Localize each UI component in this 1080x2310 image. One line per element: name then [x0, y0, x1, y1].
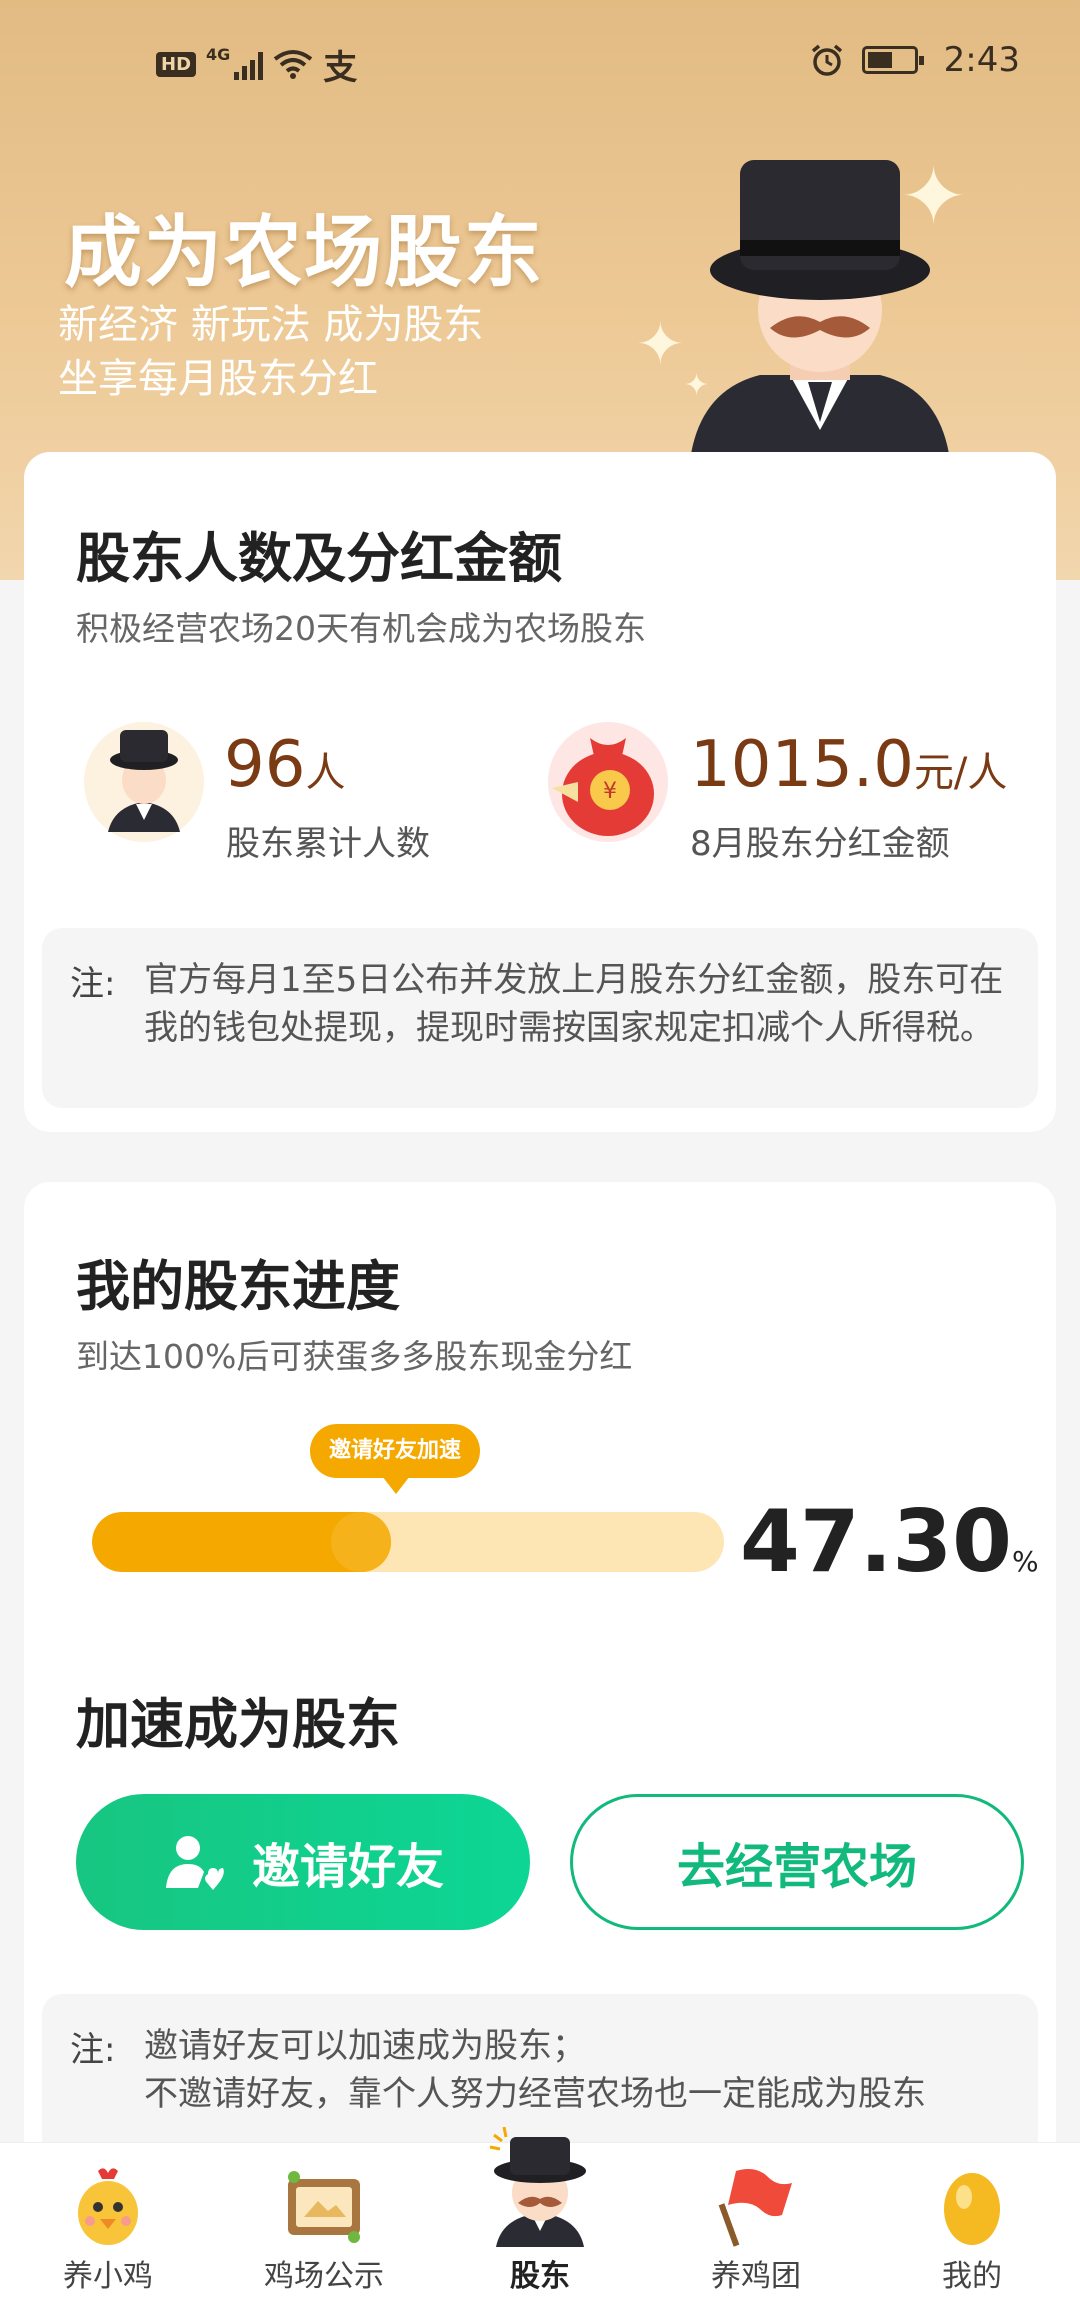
tab-mine[interactable]: 我的	[864, 2143, 1080, 2310]
progress-knob	[331, 1512, 391, 1572]
progress-percent: 47.30%	[740, 1492, 1039, 1592]
invite-friends-button[interactable]: 邀请好友	[76, 1794, 530, 1930]
go-manage-farm-button[interactable]: 去经营农场	[570, 1794, 1024, 1930]
chick-icon	[78, 2168, 138, 2245]
tab-farm-notice[interactable]: 鸡场公示	[216, 2143, 432, 2310]
status-bar: HD 4G 支 2:43	[0, 30, 1080, 94]
note-line1: 邀请好友可以加速成为股东；	[144, 2026, 586, 2066]
note-label: 注:	[70, 964, 116, 1004]
tab-label: 养鸡团	[711, 2259, 801, 2294]
note-text: 官方每月1至5日公布并发放上月股东分红金额，股东可在我的钱包处提现，提现时需按国…	[144, 960, 1004, 1048]
tab-chicken-group[interactable]: 养鸡团	[648, 2143, 864, 2310]
hero-subtitle-line2: 坐享每月股东分红	[58, 356, 378, 402]
hero-subtitle-line1: 新经济 新玩法 成为股东	[58, 302, 484, 348]
clock: 2:43	[943, 40, 1020, 80]
svg-text:¥: ¥	[603, 779, 617, 804]
wifi-icon	[274, 49, 313, 79]
notice-board-icon	[288, 2171, 360, 2243]
invite-user-icon	[165, 1836, 224, 1890]
shareholders-title: 股东人数及分红金额	[76, 527, 562, 590]
shareholder-avatar-icon	[84, 722, 204, 842]
golden-egg-icon	[944, 2173, 1000, 2245]
progress-percent-unit: %	[1012, 1545, 1039, 1578]
note-line2: 不邀请好友，靠个人努力经营农场也一定能成为股东	[144, 2074, 926, 2114]
progress-percent-value: 47.30	[740, 1492, 1013, 1592]
shareholder-count-label: 股东累计人数	[226, 824, 430, 864]
bottom-tab-bar: 养小鸡 鸡场公示 股东 养鸡团 我的	[0, 2127, 1080, 2310]
tab-label: 养小鸡	[63, 2259, 153, 2294]
shareholder-progress-bar	[92, 1512, 724, 1572]
dividend-amount-label: 8月股东分红金额	[690, 824, 950, 864]
money-bag-icon: ¥	[548, 722, 668, 842]
accelerate-title: 加速成为股东	[76, 1693, 400, 1756]
invite-accelerate-bubble[interactable]: 邀请好友加速	[310, 1424, 480, 1494]
shareholder-icon	[489, 2127, 586, 2247]
shareholder-count-value: 96	[224, 728, 306, 802]
dividend-amount-value: 1015.0	[690, 728, 914, 802]
tab-label: 我的	[942, 2259, 1002, 2294]
battery-icon	[861, 46, 924, 74]
hd-badge: HD	[156, 52, 197, 77]
note-label: 注:	[70, 2030, 116, 2070]
progress-title: 我的股东进度	[76, 1255, 400, 1318]
invite-friends-label: 邀请好友	[251, 1841, 444, 1894]
signal-icon	[234, 50, 264, 80]
shareholders-subtitle: 积极经营农场20天有机会成为农场股东	[76, 609, 646, 648]
shareholder-mascot-icon	[690, 160, 950, 460]
shareholder-count-unit: 人	[305, 750, 346, 796]
dividend-amount-unit: 元/人	[913, 750, 1008, 796]
go-manage-farm-label: 去经营农场	[676, 1841, 917, 1894]
tab-shareholder[interactable]: 股东	[432, 2127, 648, 2310]
shareholders-card: 股东人数及分红金额 积极经营农场20天有机会成为农场股东 96人 股东累计人数 …	[24, 452, 1056, 1132]
hero-title: 成为农场股东	[64, 208, 545, 298]
tab-label: 鸡场公示	[264, 2259, 384, 2294]
network-type: 4G	[206, 45, 231, 64]
dividend-amount: 1015.0元/人	[690, 728, 1007, 802]
shareholder-count: 96人	[224, 728, 345, 802]
alipay-icon: 支	[323, 48, 358, 88]
progress-subtitle: 到达100%后可获蛋多多股东现金分红	[76, 1337, 633, 1376]
alarm-icon	[811, 44, 842, 76]
flag-icon	[718, 2169, 792, 2247]
tab-raise-chick[interactable]: 养小鸡	[0, 2143, 216, 2310]
tab-label: 股东	[510, 2259, 570, 2294]
dividend-note: 注: 官方每月1至5日公布并发放上月股东分红金额，股东可在我的钱包处提现，提现时…	[42, 928, 1038, 1108]
sparkle-icon: ✦	[636, 310, 685, 378]
